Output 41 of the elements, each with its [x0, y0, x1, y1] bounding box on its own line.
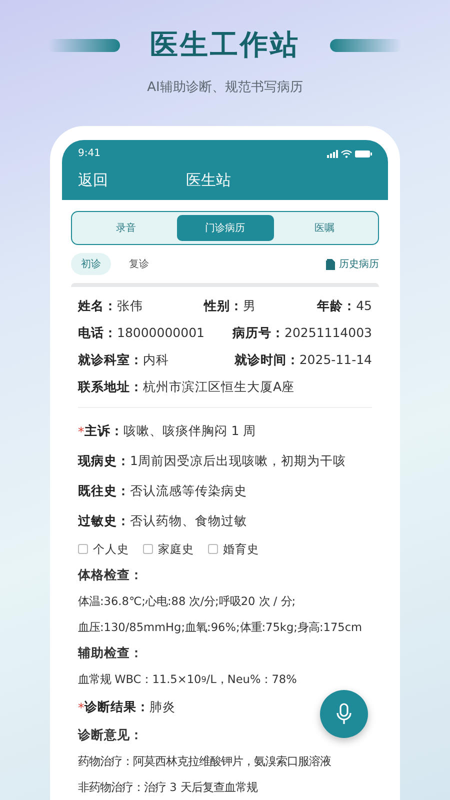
record-text: 血压:130/85mmHg;血氧:96%;体重:75kg;身高:175cm [78, 620, 362, 636]
page-title: 医生工作站 [150, 27, 300, 63]
history-records-link[interactable]: 历史病历 [326, 257, 379, 271]
battery-icon [355, 150, 372, 158]
nav-title: 医生站 [186, 171, 231, 190]
patient-info: 电话：18000000001 [78, 325, 204, 342]
document-icon [326, 258, 335, 270]
patient-info: 联系地址：杭州市滨江区恒生大厦A座 [78, 379, 295, 396]
page-subtitle: AI辅助诊断、规范书写病历 [147, 79, 303, 96]
record-text: 药物治疗：阿莫西林克拉维酸钾片，氨溴索口服溶液 [78, 754, 331, 770]
section-heading: 诊断意见： [78, 726, 144, 744]
history-checkbox[interactable]: 婚育史 [208, 542, 259, 556]
record-field: *诊断结果：肺炎 [78, 692, 176, 722]
tab[interactable]: 录音 [75, 215, 176, 241]
patient-info: 就诊科室：内科 [78, 352, 169, 369]
back-button[interactable]: 返回 [78, 171, 108, 190]
record-field: 既往史：否认流感等传染病史 [78, 476, 247, 506]
record-text: 非药物治疗：治疗 3 天后复查血常规 [78, 780, 258, 796]
decorative-bar [48, 38, 120, 52]
tab[interactable]: 医嘱 [274, 215, 375, 241]
tab[interactable]: 门诊病历 [176, 215, 274, 241]
signal-icon [327, 150, 338, 158]
section-heading: 辅助检查： [78, 644, 144, 662]
section-heading: 体格检查： [78, 566, 144, 584]
patient-info: 姓名：张伟 [78, 298, 143, 315]
patient-info: 就诊时间：2025-11-14 [234, 352, 372, 369]
patient-info: 病历号：20251114003 [232, 325, 372, 342]
history-checkbox[interactable]: 家庭史 [143, 542, 194, 556]
visit-type-tab[interactable]: 初诊 [71, 253, 111, 275]
record-field: *主诉：咳嗽、咳痰伴胸闷 1 周 [78, 416, 256, 446]
patient-info: 年龄：45 [317, 298, 372, 315]
record-field: 现病史：1周前因受凉后出现咳嗽，初期为干咳 [78, 446, 346, 476]
record-field: 过敏史：否认药物、食物过敏 [78, 506, 247, 536]
decorative-bar [330, 38, 402, 52]
patient-info: 性别：男 [204, 298, 256, 315]
visit-type-tab[interactable]: 复诊 [119, 253, 159, 275]
wifi-icon [341, 150, 352, 158]
microphone-icon [336, 703, 352, 725]
record-text: 体温:36.8℃;心电:88 次/分;呼吸20 次 / 分; [78, 594, 296, 610]
history-checkbox[interactable]: 个人史 [78, 542, 129, 556]
status-time: 9:41 [78, 148, 100, 159]
